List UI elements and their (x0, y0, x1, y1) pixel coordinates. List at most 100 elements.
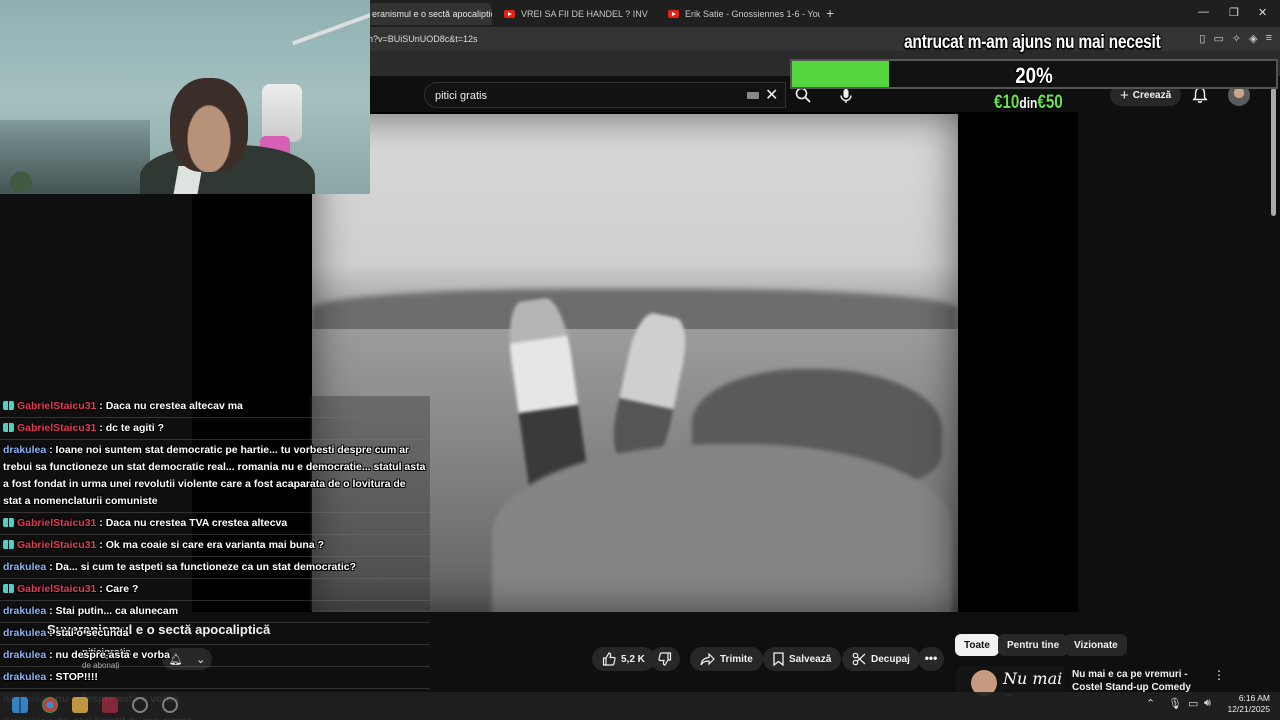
chevron-up-icon[interactable]: ⌃ (1146, 697, 1155, 710)
create-label: Creează (1132, 89, 1172, 101)
clip-label: Decupaj (871, 653, 910, 665)
chat-message: drakulea : stai o secunda (0, 623, 430, 645)
chat-text: : Stai putin... ca alunecam (49, 605, 179, 617)
url-field[interactable]: h?v=BUiSUnUOD8c&t=12s (368, 34, 478, 44)
browser-toolbar-icons: ▯ ▭ ✧ ◈ ≡ (1199, 32, 1272, 45)
new-tab-button[interactable]: + (826, 5, 834, 21)
chat-username: GabrielStaicu31 (17, 517, 97, 529)
chat-text: : stai o secunda (49, 627, 129, 639)
close-window-button[interactable]: ✕ (1258, 6, 1267, 19)
menu-icon[interactable]: ≡ (1266, 32, 1272, 45)
scissors-icon (852, 652, 866, 666)
folder-icon[interactable] (72, 697, 88, 713)
chat-badge-icon (3, 423, 14, 432)
clock-time: 6:16 AM (1238, 693, 1270, 703)
donation-goal-caption: antrucat m-am ajuns nu mai necesit (904, 32, 1161, 53)
chip-watched[interactable]: Vizionate (1065, 634, 1127, 656)
like-count: 5,2 K (621, 653, 645, 665)
donation-amount: €10din€50 (994, 92, 1063, 114)
browser-tab-active[interactable]: eranismul e o sectă apocaliptică ✕ (364, 3, 492, 25)
app-icon[interactable] (102, 697, 118, 713)
clock-date: 12/21/2025 (1227, 704, 1270, 714)
chat-message: GabrielStaicu31 : Ok ma coaie si care er… (0, 535, 430, 557)
chat-text: : STOP!!!! (49, 671, 98, 683)
chat-message: drakulea : Da... si cum te astpeti sa fu… (0, 557, 430, 579)
chat-username: drakulea (3, 605, 47, 617)
sidebar-icon[interactable]: ▯ (1199, 32, 1205, 45)
network-icon[interactable]: ▭ (1188, 697, 1198, 710)
shield-icon[interactable]: ◈ (1249, 32, 1257, 45)
clip-button[interactable]: Decupaj (842, 647, 920, 671)
clear-search-icon[interactable]: ✕ (765, 85, 778, 105)
youtube-favicon-icon (504, 10, 515, 18)
chat-text: : nu despre asta e vorba (49, 649, 170, 661)
chat-username: GabrielStaicu31 (17, 539, 97, 551)
chat-username: GabrielStaicu31 (17, 400, 97, 412)
obs-icon[interactable] (132, 697, 148, 713)
donation-separator: din (1019, 95, 1038, 112)
favorites-icon[interactable]: ✧ (1232, 32, 1241, 45)
chat-overlay: GabrielStaicu31 : Daca nu crestea alteca… (0, 396, 430, 720)
like-button[interactable]: 5,2 K (592, 647, 655, 671)
chat-username: drakulea (3, 561, 47, 573)
collections-icon[interactable]: ▭ (1213, 32, 1223, 45)
chat-username: drakulea (3, 671, 47, 683)
chat-message: drakulea : STOP!!!! (0, 667, 430, 689)
thumbs-up-icon (602, 652, 616, 666)
mic-tray-icon[interactable]: 🎙︎ (1168, 697, 1182, 710)
keyboard-icon[interactable] (747, 92, 759, 99)
chat-message: GabrielStaicu31 : dc te agiti ? (0, 418, 430, 440)
chat-message: drakulea : Ioane noi suntem stat democra… (0, 440, 430, 513)
chip-for-you[interactable]: Pentru tine (998, 634, 1069, 656)
chat-message: drakulea : nu despre asta e vorba (0, 645, 430, 667)
system-clock[interactable]: 6:16 AM 12/21/2025 (1224, 693, 1270, 715)
chrome-icon[interactable] (42, 697, 58, 713)
browser-tab[interactable]: Erik Satie - Gnossiennes 1-6 - YouTub (660, 3, 820, 25)
tab-label: VREI SA FII DE HANDEL ? INVITAT SP (521, 9, 648, 19)
chat-badge-icon (3, 540, 14, 549)
bookmark-icon (773, 652, 784, 666)
search-box[interactable]: pitici gratis ✕ (424, 82, 786, 108)
taskbar (0, 692, 1280, 720)
app-icon[interactable] (162, 697, 178, 713)
plus-icon: + (1120, 86, 1129, 104)
chat-username: drakulea (3, 444, 47, 456)
chat-message: drakulea : Stai putin... ca alunecam (0, 601, 430, 623)
chat-text: : Daca nu crestea altecav ma (99, 400, 243, 412)
share-button[interactable]: Trimite (690, 647, 763, 671)
windows-start-icon[interactable] (12, 697, 28, 713)
chat-text: : Ioane noi suntem stat democratic pe ha… (3, 444, 426, 507)
chat-text: : Ok ma coaie si care era varianta mai b… (99, 539, 324, 551)
chat-text: : dc te agiti ? (99, 422, 165, 434)
more-actions-button[interactable]: ••• (918, 647, 944, 671)
chat-text: : Daca nu crestea TVA crestea altecva (99, 517, 288, 529)
chat-text: : Care ? (99, 583, 139, 595)
share-icon (700, 652, 715, 665)
restore-button[interactable]: ❐ (1229, 6, 1239, 19)
youtube-favicon-icon (668, 10, 679, 18)
donation-current: €10 (994, 92, 1020, 113)
chat-username: GabrielStaicu31 (17, 583, 97, 595)
chat-username: drakulea (3, 627, 47, 639)
chat-badge-icon (3, 401, 14, 410)
recommendation-menu-icon[interactable]: ⋮ (1213, 668, 1225, 682)
recommendation-title[interactable]: Nu mai e ca pe vremuri - Costel Stand-up… (1072, 668, 1212, 694)
share-label: Trimite (720, 653, 753, 665)
webcam-overlay (0, 0, 370, 194)
dislike-button[interactable] (650, 647, 680, 671)
chip-all[interactable]: Toate (955, 634, 999, 656)
page-scrollbar[interactable] (1271, 88, 1276, 216)
chat-message: GabrielStaicu31 : Daca nu crestea TVA cr… (0, 513, 430, 535)
chat-text: : Da... si cum te astpeti sa functioneze… (49, 561, 357, 573)
search-icon (795, 87, 811, 103)
chat-badge-icon (3, 518, 14, 527)
search-input[interactable]: pitici gratis (435, 90, 487, 102)
minimize-button[interactable]: — (1198, 6, 1209, 18)
donation-target: €50 (1037, 92, 1063, 113)
save-label: Salvează (789, 653, 832, 665)
save-button[interactable]: Salvează (763, 647, 842, 671)
chat-message: GabrielStaicu31 : Care ? (0, 579, 430, 601)
browser-tab[interactable]: VREI SA FII DE HANDEL ? INVITAT SP (496, 3, 648, 25)
volume-icon[interactable]: 🔊︎ (1204, 697, 1211, 710)
donation-progress-bar: 20% (790, 59, 1278, 89)
